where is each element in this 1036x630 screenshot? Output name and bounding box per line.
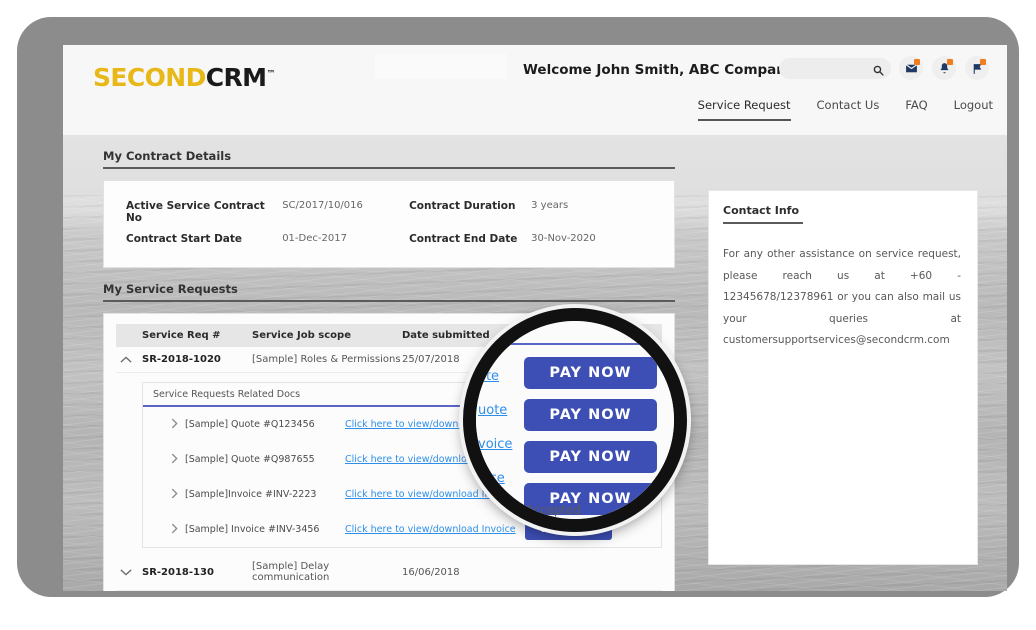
nav-item-faq[interactable]: FAQ — [905, 95, 927, 119]
flag-badge — [980, 59, 986, 65]
magnified-link-group: ote uote voice oice — [478, 369, 512, 486]
magnified-status-text: ote Accepted — [502, 503, 582, 517]
main-navigation: Service Request Contact Us FAQ Logout — [63, 95, 1007, 135]
doc-name: [Sample]Invoice #INV-2223 — [185, 489, 317, 500]
contact-info-body: For any other assistance on service requ… — [723, 248, 961, 347]
header-icon-group — [899, 56, 989, 80]
search-box[interactable] — [779, 58, 891, 79]
contract-label-duration: Contract Duration — [409, 200, 516, 212]
column-header-service-req: Service Req # — [142, 330, 221, 341]
magnified-link-partial[interactable]: oice — [478, 471, 512, 486]
magnified-pay-button-group: PAY NOW PAY NOW PAY NOW PAY NOW — [524, 357, 657, 515]
contract-section-title: My Contract Details — [103, 149, 232, 163]
chevron-right-icon[interactable] — [143, 521, 185, 539]
magnifier-lens: ote uote voice oice PAY NOW PAY NOW PAY … — [463, 308, 687, 532]
service-requests-title-rule — [103, 300, 675, 302]
magnifier-content: ote uote voice oice PAY NOW PAY NOW PAY … — [476, 321, 674, 519]
row-date-submitted: 16/06/2018 — [402, 566, 460, 578]
mail-badge — [914, 59, 920, 65]
pay-now-button-magnified[interactable]: PAY NOW — [524, 399, 657, 431]
contract-title-rule — [103, 167, 675, 169]
welcome-message: Welcome John Smith, ABC Company — [523, 62, 795, 78]
doc-name: [Sample] Quote #Q123456 — [185, 419, 315, 430]
mail-icon[interactable] — [899, 56, 923, 80]
search-icon[interactable] — [873, 63, 884, 76]
app-header: SECONDCRM™ Welcome John Smith, ABC Compa… — [63, 45, 1007, 135]
contract-value-duration: 3 years — [531, 200, 569, 211]
header-spacer — [116, 330, 142, 341]
chevron-up-icon[interactable] — [116, 355, 142, 364]
contract-row: Contract Start Date 01-Dec-2017 Contract… — [126, 233, 658, 245]
logo-text-crm: CRM — [205, 63, 267, 92]
header-watermark — [375, 54, 507, 79]
pay-now-button-magnified[interactable]: PAY NOW — [524, 357, 657, 389]
service-requests-section-title: My Service Requests — [103, 282, 238, 296]
table-row[interactable]: SR-2018-130 [Sample] Delay communication… — [116, 554, 662, 591]
flag-icon[interactable] — [965, 56, 989, 80]
magnified-accent-line — [476, 343, 674, 345]
row-service-req-id: SR-2018-130 — [142, 566, 214, 578]
row-service-req-id: SR-2018-1020 — [142, 354, 221, 365]
nav-item-logout[interactable]: Logout — [954, 95, 993, 119]
row-job-scope: [Sample] Roles & Permissions — [252, 354, 401, 365]
contract-label-end-date: Contract End Date — [409, 233, 518, 245]
chevron-right-icon[interactable] — [143, 416, 185, 434]
contract-value-end-date: 30-Nov-2020 — [531, 233, 596, 244]
doc-name: [Sample] Invoice #INV-3456 — [185, 524, 320, 535]
chevron-right-icon[interactable] — [143, 451, 185, 469]
nav-item-contact-us[interactable]: Contact Us — [817, 95, 880, 119]
contract-details-card: Active Service Contract No SC/2017/10/01… — [103, 180, 675, 268]
doc-name: [Sample] Quote #Q987655 — [185, 454, 315, 465]
contract-row: Active Service Contract No SC/2017/10/01… — [126, 200, 658, 224]
chevron-down-icon[interactable] — [116, 568, 142, 576]
search-input[interactable] — [779, 58, 871, 79]
contact-info-panel: Contact Info For any other assistance on… — [708, 190, 978, 565]
logo-text-second: SECOND — [93, 63, 206, 92]
contract-label-number: Active Service Contract No — [126, 200, 265, 224]
row-job-scope: [Sample] Delay communication — [252, 561, 330, 583]
brand-logo[interactable]: SECONDCRM™ — [93, 63, 275, 92]
chevron-right-icon[interactable] — [143, 486, 185, 504]
doc-download-link[interactable]: Click here to view/download Invoice — [345, 524, 525, 535]
bell-badge — [947, 59, 953, 65]
magnified-link-partial[interactable]: uote — [478, 403, 512, 418]
magnified-link-partial[interactable]: ote — [478, 369, 512, 384]
magnified-link-partial[interactable]: voice — [478, 437, 512, 452]
nav-item-service-request[interactable]: Service Request — [697, 95, 791, 121]
notification-bell-icon[interactable] — [932, 56, 956, 80]
contract-label-start-date: Contract Start Date — [126, 233, 243, 245]
column-header-job-scope: Service Job scope — [252, 330, 351, 341]
contract-value-start-date: 01-Dec-2017 — [282, 233, 347, 244]
trademark-symbol: ™ — [266, 69, 275, 80]
contract-value-number: SC/2017/10/016 — [282, 200, 363, 211]
pay-now-button-magnified[interactable]: PAY NOW — [524, 441, 657, 473]
contact-info-title: Contact Info — [723, 204, 800, 217]
screenshot-root: SECONDCRM™ Welcome John Smith, ABC Compa… — [0, 0, 1036, 630]
